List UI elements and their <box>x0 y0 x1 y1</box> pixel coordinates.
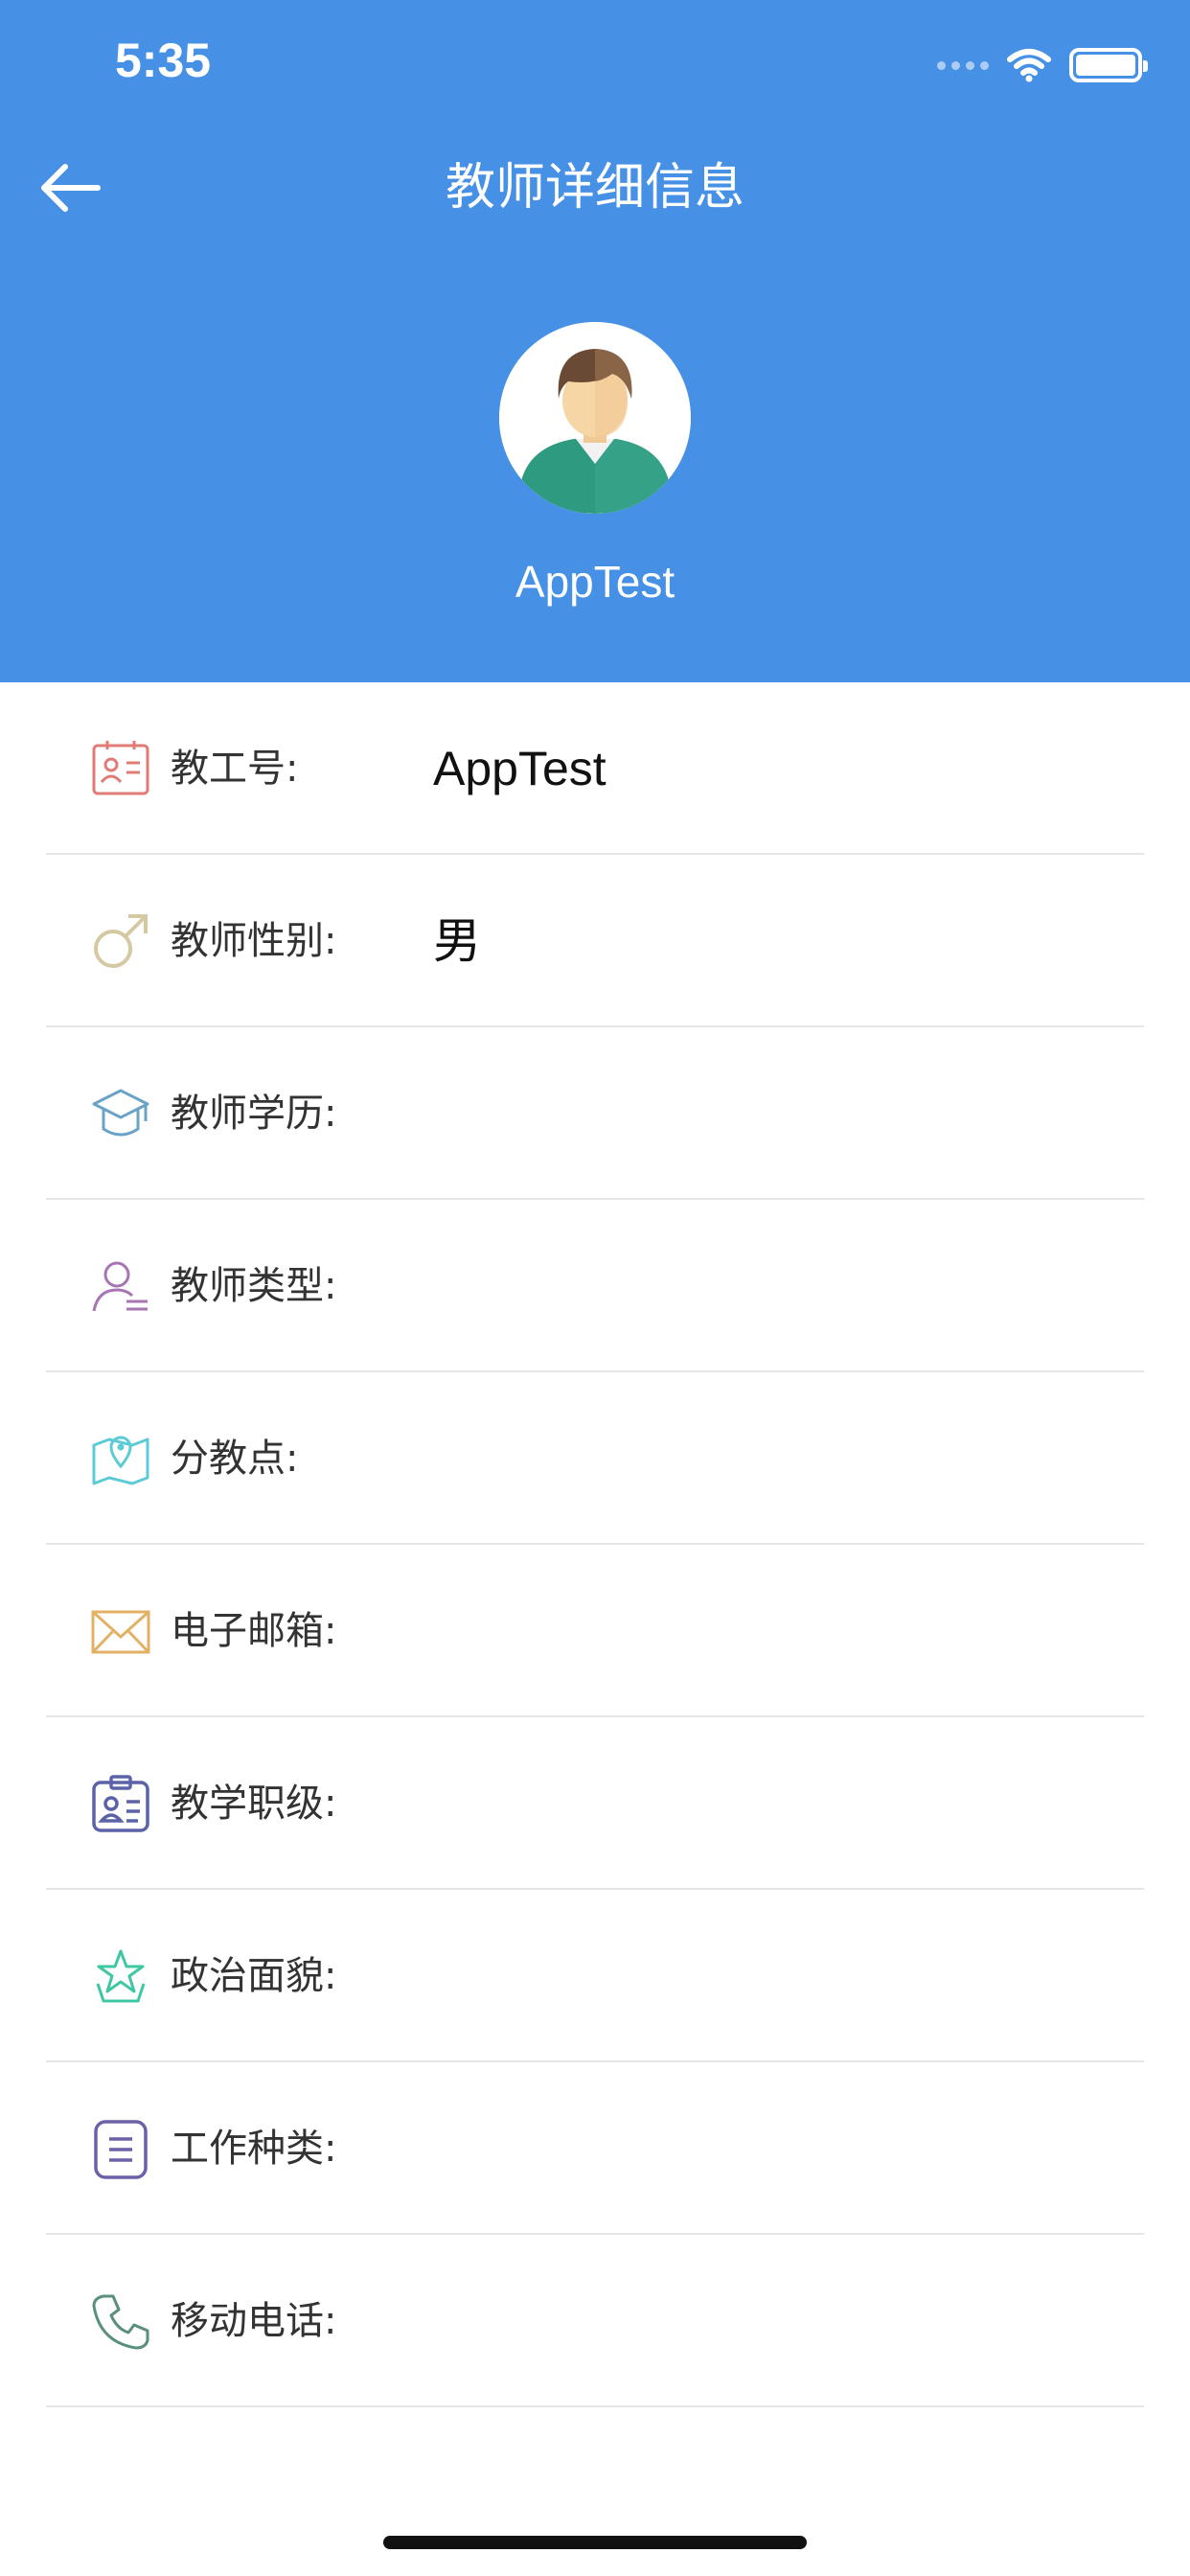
teacher-info-list: 教工号: AppTest 教师性别: 男 教师学历: 教师类型: 分教点: 电子… <box>46 682 1144 2407</box>
field-value: AppTest <box>433 742 606 795</box>
battery-icon <box>1069 48 1148 82</box>
person-avatar-icon <box>499 322 691 514</box>
field-label: 教工号: <box>171 747 299 791</box>
id-card-icon <box>92 741 149 795</box>
field-teaching-rank: 教学职级: <box>46 1717 1144 1890</box>
field-branch: 分教点: <box>46 1372 1144 1545</box>
star-icon <box>96 1949 146 2003</box>
field-gender: 教师性别: 男 <box>46 855 1144 1027</box>
field-label: 教师性别: <box>171 919 337 963</box>
field-staff-id: 教工号: AppTest <box>46 682 1144 855</box>
badge-icon <box>92 1775 149 1832</box>
field-mobile-phone: 移动电话: <box>46 2235 1144 2407</box>
field-label: 教师学历: <box>171 1092 337 1136</box>
male-symbol-icon <box>94 914 148 968</box>
field-label: 电子邮箱: <box>171 1609 337 1653</box>
envelope-icon <box>91 1610 150 1654</box>
field-label: 教师类型: <box>171 1264 337 1308</box>
avatar[interactable] <box>499 322 691 514</box>
field-work-category: 工作种类: <box>46 2062 1144 2235</box>
field-political-status: 政治面貌: <box>46 1890 1144 2062</box>
phone-icon <box>92 2294 149 2350</box>
field-value: 男 <box>433 914 481 968</box>
field-label: 移动电话: <box>171 2299 337 2343</box>
header-bar: 5:35 教师详细信息 AppTest <box>0 0 1190 682</box>
wifi-icon <box>1007 49 1051 82</box>
user-list-icon <box>92 1261 148 1312</box>
page-title: 教师详细信息 <box>445 159 744 217</box>
field-label: 分教点: <box>171 1437 299 1481</box>
field-education: 教师学历: <box>46 1027 1144 1200</box>
field-label: 政治面貌: <box>171 1954 337 1998</box>
field-label: 工作种类: <box>171 2127 337 2171</box>
home-indicator[interactable] <box>383 2536 807 2549</box>
user-name: AppTest <box>515 557 675 607</box>
map-pin-icon <box>92 1436 149 1485</box>
field-label: 教学职级: <box>171 1782 337 1826</box>
graduation-cap-icon <box>92 1089 149 1137</box>
document-icon <box>94 2120 148 2179</box>
field-teacher-type: 教师类型: <box>46 1200 1144 1372</box>
status-indicators <box>937 42 1148 88</box>
cellular-signal-icon <box>937 60 989 70</box>
status-time: 5:35 <box>115 34 212 87</box>
field-email: 电子邮箱: <box>46 1545 1144 1717</box>
